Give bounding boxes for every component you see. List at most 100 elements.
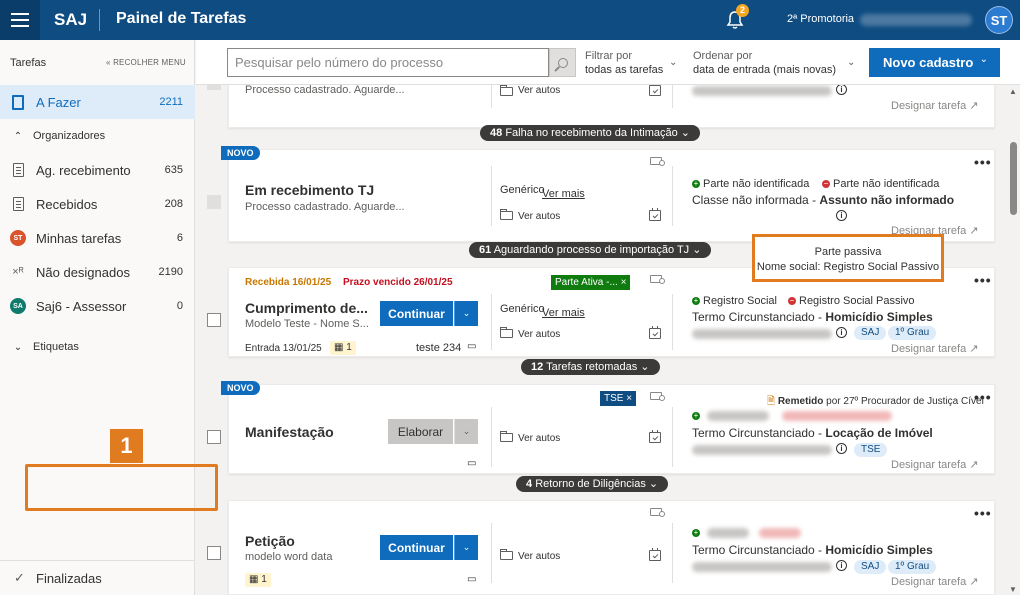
view-more-link[interactable]: Ver mais (542, 307, 585, 319)
assign-task-link[interactable]: Designar tarefa ↗ (891, 342, 979, 355)
task-card[interactable]: NOVO TSE × 🗎 Remetido por 27º Procurador… (228, 384, 995, 474)
task-subtitle: Processo cadastrado. Aguarde... (245, 201, 405, 213)
collapse-menu-button[interactable]: « RECOLHER MENU (106, 58, 186, 67)
user-avatar[interactable]: ST (985, 6, 1013, 34)
folder-icon (500, 551, 513, 560)
info-icon[interactable]: i (836, 327, 847, 338)
tag-saj: SAJ (854, 560, 886, 574)
promotoria-selector[interactable]: 2ª Promotoria (787, 13, 854, 25)
task-checkbox[interactable] (207, 313, 221, 327)
party-passive[interactable]: −Registro Social Passivo (788, 295, 915, 307)
elaborate-button[interactable]: Elaborar (388, 419, 453, 444)
task-card[interactable]: NOVO Em recebimento TJ Processo cadastra… (228, 149, 995, 242)
assign-task-link[interactable]: Designar tarefa ↗ (891, 99, 979, 112)
elaborate-dropdown[interactable]: ⌄ (454, 419, 478, 444)
more-options-icon[interactable]: ••• (974, 154, 992, 170)
continue-button[interactable]: Continuar (380, 301, 453, 326)
search-input[interactable] (227, 48, 549, 77)
sidebar-item-a-fazer[interactable]: A Fazer 2211 (0, 85, 195, 119)
scroll-down-arrow[interactable]: ▼ (1009, 585, 1017, 594)
sidebar-item-ag-recebimento[interactable]: Ag. recebimento 635 (0, 153, 195, 187)
brand-logo[interactable]: SAJ (54, 10, 87, 30)
group-separator[interactable]: 61 Aguardando processo de importação TJ … (469, 242, 711, 258)
view-records-link[interactable]: Ver autos (518, 551, 560, 562)
sidebar-section-organizadores[interactable]: ⌃ Organizadores (0, 119, 195, 153)
group-separator[interactable]: 12 Tarefas retomadas ⌄ (521, 359, 660, 375)
view-more-link[interactable]: Ver mais (542, 188, 585, 200)
tag-chip[interactable]: TSE × (600, 391, 636, 406)
assign-task-link[interactable]: Designar tarefa ↗ (891, 575, 979, 588)
task-title[interactable]: Petição (245, 533, 295, 549)
task-subtitle: Modelo Teste - Nome S... (245, 318, 369, 330)
task-title[interactable]: Manifestação (245, 424, 334, 440)
task-title[interactable]: Em recebimento TJ (245, 182, 374, 198)
group-separator[interactable]: 4 Retorno de Diligências ⌄ (516, 476, 668, 492)
case-class-subject: Termo Circunstanciado - Homicídio Simple… (692, 543, 933, 557)
sidebar-item-label: A Fazer (36, 95, 81, 110)
task-checkbox[interactable] (207, 546, 221, 560)
page-title: Painel de Tarefas (116, 10, 246, 28)
view-records-link[interactable]: Ver autos (518, 329, 560, 340)
calendar-icon[interactable] (649, 432, 661, 443)
sidebar-item-finalizadas[interactable]: ✓ Finalizadas (0, 560, 195, 595)
continue-button[interactable]: Continuar (380, 535, 453, 560)
info-icon[interactable]: i (836, 85, 847, 95)
more-options-icon[interactable]: ••• (974, 272, 992, 288)
sidebar-item-recebidos[interactable]: Recebidos 208 (0, 187, 195, 221)
user-name-redacted (860, 14, 972, 26)
search-button[interactable] (549, 48, 576, 77)
case-class-subject: Classe não informada - Assunto não infor… (692, 193, 954, 207)
comment-icon[interactable]: ▭ (467, 341, 476, 352)
continue-dropdown[interactable]: ⌄ (454, 301, 478, 326)
assign-task-link[interactable]: Designar tarefa ↗ (891, 458, 979, 471)
task-card[interactable]: Petição modelo word data Continuar ⌄ ▦ 1… (228, 500, 995, 595)
folder-icon (500, 433, 513, 442)
info-icon[interactable]: i (836, 443, 847, 454)
sidebar-item-label: Minhas tarefas (36, 231, 121, 246)
more-options-icon[interactable]: ••• (974, 505, 992, 521)
group-separator[interactable]: 48 Falha no recebimento da Intimação ⌄ (480, 125, 700, 141)
menu-button[interactable] (0, 0, 40, 40)
tooltip-title: Parte passiva (755, 245, 941, 260)
sidebar-section-etiquetas[interactable]: ⌄ Etiquetas (0, 330, 195, 364)
sidebar-item-count: 6 (177, 232, 183, 244)
view-records-link[interactable]: Ver autos (518, 211, 560, 222)
filter-value: todas as tarefas (585, 64, 663, 76)
scroll-up-arrow[interactable]: ▲ (1009, 87, 1017, 96)
task-checkbox[interactable] (207, 430, 221, 444)
continue-dropdown[interactable]: ⌄ (454, 535, 478, 560)
follow-icon[interactable] (650, 508, 662, 516)
sidebar-item-nao-designados[interactable]: ×ᴿ Não designados 2190 (0, 255, 195, 289)
comment-icon[interactable]: ▭ (467, 458, 476, 469)
document-count-badge: ▦ 1 (245, 573, 271, 587)
task-title[interactable]: Cumprimento de... (245, 300, 368, 316)
scrollbar-thumb[interactable] (1010, 142, 1017, 215)
sidebar-item-count: 2190 (159, 266, 183, 278)
follow-icon[interactable] (650, 275, 662, 283)
more-options-icon[interactable]: ••• (974, 389, 992, 405)
sidebar-item-label: Etiquetas (33, 341, 79, 353)
follow-icon[interactable] (650, 157, 662, 165)
redacted-text (782, 411, 892, 421)
sidebar-item-saj6-assessor[interactable]: SA Saj6 - Assessor 0 (0, 289, 195, 323)
task-note: teste 234 (416, 342, 461, 354)
calendar-icon[interactable] (649, 85, 661, 96)
sidebar-item-minhas-tarefas[interactable]: ST Minhas tarefas 6 (0, 221, 195, 255)
new-registration-button[interactable]: Novo cadastro ⌄ (869, 48, 1000, 77)
view-records-link[interactable]: Ver autos (518, 433, 560, 444)
info-icon[interactable]: i (836, 560, 847, 571)
follow-icon[interactable] (650, 392, 662, 400)
redacted-text (759, 528, 801, 538)
tag-chip[interactable]: Parte Ativa -... × (551, 275, 630, 290)
info-icon[interactable]: i (836, 210, 847, 221)
task-type: Genérico (500, 303, 545, 315)
calendar-icon[interactable] (649, 328, 661, 339)
comment-icon[interactable]: ▭ (467, 574, 476, 585)
task-checkbox (207, 195, 221, 209)
calendar-icon[interactable] (649, 550, 661, 561)
task-card[interactable]: Processo cadastrado. Aguarde... Ver auto… (228, 85, 995, 128)
filter-dropdown[interactable]: Filtrar por todas as tarefas (585, 49, 663, 77)
calendar-icon[interactable] (649, 210, 661, 221)
order-dropdown[interactable]: Ordenar por data de entrada (mais novas) (693, 49, 836, 77)
view-records-link[interactable]: Ver autos (518, 85, 560, 96)
